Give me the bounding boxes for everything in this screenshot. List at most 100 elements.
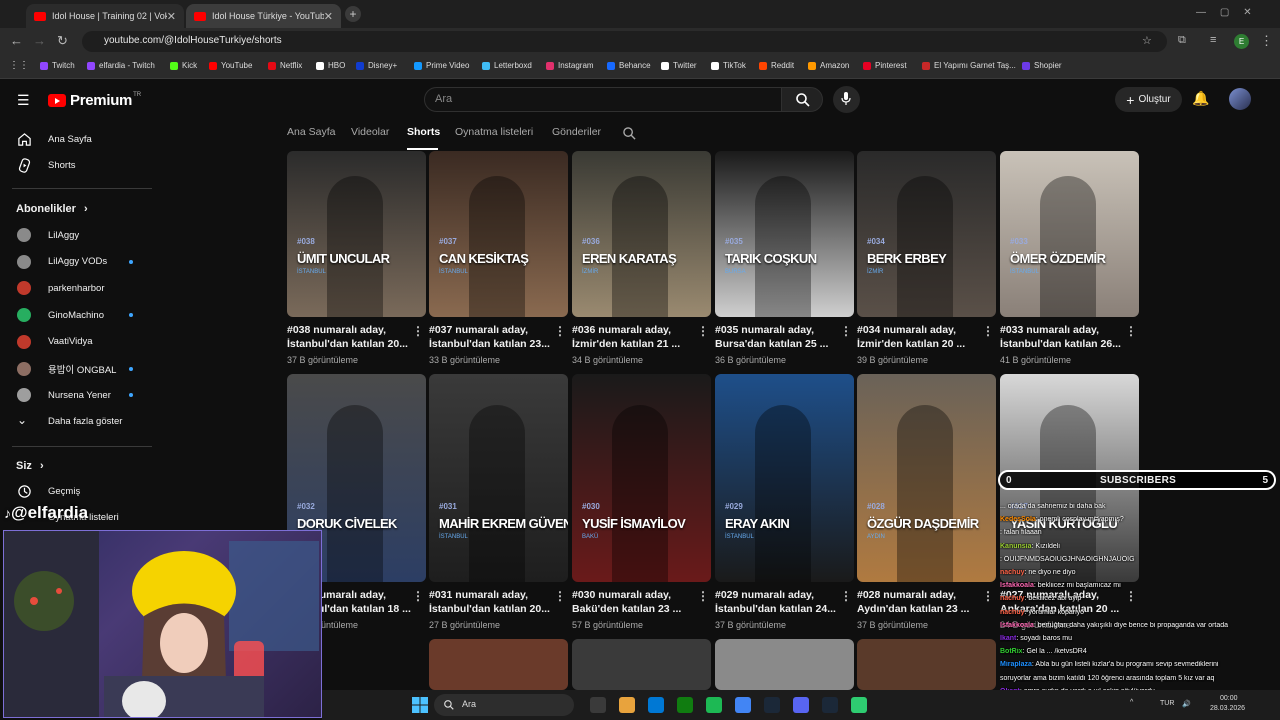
window-controls[interactable]: — ▢ ✕: [1196, 7, 1252, 18]
close-tab-icon[interactable]: ✕: [324, 10, 333, 23]
search-button[interactable]: [781, 87, 823, 112]
bookmark-item[interactable]: Disney+: [356, 61, 397, 70]
you-heading[interactable]: Siz ›: [16, 460, 44, 472]
tab-videos[interactable]: Videolar: [351, 126, 389, 138]
browser-tab-active[interactable]: Idol House Türkiye - YouTube ✕: [186, 4, 341, 28]
browser-tab[interactable]: Idol House | Training 02 | Vokal ✕: [26, 4, 184, 28]
sidebar-item-subscription[interactable]: parkenharbor: [0, 275, 155, 301]
short-thumbnail[interactable]: #033 ÖMER ÖZDEMİR İSTANBUL: [1000, 151, 1139, 317]
more-options-icon[interactable]: ⋮: [697, 324, 709, 338]
sidebar-item-subscription[interactable]: LilAggy: [0, 222, 155, 248]
short-title[interactable]: #036 numaralı aday, İzmir'den katılan 21 …: [572, 323, 702, 351]
bookmark-item[interactable]: Pinterest: [863, 61, 907, 70]
more-options-icon[interactable]: ⋮: [412, 589, 424, 603]
tab-home[interactable]: Ana Sayfa: [287, 126, 335, 138]
short-title[interactable]: #037 numaralı aday, İstanbul'dan katılan …: [429, 323, 559, 351]
taskbar-app-icon[interactable]: [590, 697, 606, 713]
short-title[interactable]: #038 numaralı aday, İstanbul'dan katılan …: [287, 323, 417, 351]
short-thumbnail[interactable]: #036 EREN KARATAŞ İZMİR: [572, 151, 711, 317]
short-thumbnail[interactable]: [572, 639, 711, 690]
bookmark-item[interactable]: elfardia - Twitch: [87, 61, 155, 70]
taskbar-app-icon[interactable]: [822, 697, 838, 713]
sidebar-item-subscription[interactable]: LilAggy VODs: [0, 249, 155, 275]
bookmark-item[interactable]: Netflix: [268, 61, 302, 70]
show-more-button[interactable]: ⌄ Daha fazla göster: [0, 408, 155, 434]
more-options-icon[interactable]: ⋮: [982, 324, 994, 338]
reload-icon[interactable]: ↻: [57, 33, 68, 49]
short-thumbnail[interactable]: #038 ÜMIT UNCULAR İSTANBUL: [287, 151, 426, 317]
sidebar-item-subscription[interactable]: VaatiVidya: [0, 329, 155, 355]
taskbar-app-icon[interactable]: [648, 697, 664, 713]
bookmark-item[interactable]: YouTube: [209, 61, 252, 70]
bookmark-item[interactable]: El Yapımı Garnet Taş...: [922, 61, 1016, 70]
short-thumbnail[interactable]: #028 ÖZGÜR DAŞDEMİR AYDIN: [857, 374, 996, 582]
taskbar-app-icon[interactable]: [793, 697, 809, 713]
short-thumbnail[interactable]: #034 BERK ERBEY İZMİR: [857, 151, 996, 317]
tray-arrow-icon[interactable]: ^: [1130, 699, 1133, 706]
voice-search-button[interactable]: [833, 86, 860, 113]
tab-posts[interactable]: Gönderiler: [552, 126, 601, 138]
sidebar-item-subscription[interactable]: 용밥이 ONGBAL: [0, 356, 155, 382]
subscriptions-heading[interactable]: Abonelikler ›: [16, 203, 88, 215]
short-title[interactable]: #035 numaralı aday, Bursa'dan katılan 25 …: [715, 323, 845, 351]
short-thumbnail[interactable]: [857, 639, 996, 690]
taskbar-app-icon[interactable]: [677, 697, 693, 713]
short-title[interactable]: #030 numaralı aday, Bakü'den katılan 23 .…: [572, 588, 702, 616]
short-thumbnail[interactable]: [715, 639, 854, 690]
taskbar-app-icon[interactable]: [764, 697, 780, 713]
windows-start-icon[interactable]: [412, 697, 428, 713]
short-thumbnail[interactable]: #035 TARIK COŞKUN BURSA: [715, 151, 854, 317]
channel-search-icon[interactable]: [623, 127, 636, 140]
short-title[interactable]: #034 numaralı aday, İzmir'den katılan 20 …: [857, 323, 987, 351]
sidebar-item-shorts[interactable]: Shorts: [0, 152, 155, 178]
bookmark-item[interactable]: Twitter: [661, 61, 697, 70]
notifications-bell-icon[interactable]: 🔔: [1192, 90, 1209, 107]
taskbar-app-icon[interactable]: [619, 697, 635, 713]
apps-grid-icon[interactable]: ⋮⋮: [9, 60, 29, 71]
extensions-icon[interactable]: ⧉: [1178, 34, 1186, 47]
forward-arrow-icon[interactable]: →: [33, 33, 46, 48]
bookmark-item[interactable]: Shopier: [1022, 61, 1062, 70]
short-thumbnail[interactable]: #030 YUSİF İSMAYİLOV BAKÜ: [572, 374, 711, 582]
short-title[interactable]: #029 numaralı aday, İstanbul'dan katılan …: [715, 588, 845, 616]
more-options-icon[interactable]: ⋮: [982, 589, 994, 603]
short-thumbnail[interactable]: #029 ERAY AKIN İSTANBUL: [715, 374, 854, 582]
short-thumbnail[interactable]: [429, 639, 568, 690]
sidebar-item-history[interactable]: Geçmiş: [0, 478, 155, 504]
account-avatar[interactable]: [1229, 88, 1251, 110]
volume-icon[interactable]: 🔊: [1182, 700, 1191, 708]
tab-playlists[interactable]: Oynatma listeleri: [455, 126, 533, 138]
bookmark-item[interactable]: Kick: [170, 61, 197, 70]
clock-date[interactable]: 28.03.2026: [1210, 705, 1245, 712]
bookmark-item[interactable]: Amazon: [808, 61, 849, 70]
profile-avatar[interactable]: E: [1234, 34, 1249, 49]
taskbar-search[interactable]: Ara: [434, 694, 574, 716]
more-options-icon[interactable]: ⋮: [554, 589, 566, 603]
taskbar-app-icon[interactable]: [706, 697, 722, 713]
more-options-icon[interactable]: ⋮: [1125, 324, 1137, 338]
more-options-icon[interactable]: ⋮: [840, 589, 852, 603]
more-options-icon[interactable]: ⋮: [554, 324, 566, 338]
bookmark-item[interactable]: Twitch: [40, 61, 75, 70]
clock-time[interactable]: 00:00: [1220, 695, 1238, 702]
short-title[interactable]: #028 numaralı aday, Aydın'dan katılan 23 …: [857, 588, 987, 616]
taskbar-app-icon[interactable]: [851, 697, 867, 713]
browser-menu-icon[interactable]: ⋮: [1260, 33, 1273, 49]
bookmark-item[interactable]: Behance: [607, 61, 651, 70]
bookmark-star-icon[interactable]: ☆: [1142, 34, 1152, 47]
youtube-premium-logo[interactable]: Premium TR: [48, 92, 141, 109]
create-button[interactable]: + Oluştur: [1115, 87, 1182, 112]
address-bar[interactable]: youtube.com/@IdolHouseTurkiye/shorts: [82, 31, 1167, 52]
taskbar-app-icon[interactable]: [735, 697, 751, 713]
hamburger-menu-icon[interactable]: ☰: [17, 92, 30, 109]
bookmark-item[interactable]: Reddit: [759, 61, 794, 70]
bookmark-item[interactable]: Letterboxd: [482, 61, 532, 70]
more-options-icon[interactable]: ⋮: [840, 324, 852, 338]
sidebar-item-subscription[interactable]: GinoMachino: [0, 302, 155, 328]
language-indicator[interactable]: TUR: [1160, 700, 1174, 707]
bookmark-item[interactable]: TikTok: [711, 61, 746, 70]
tab-shorts[interactable]: Shorts: [407, 126, 440, 138]
bookmark-item[interactable]: HBO: [316, 61, 345, 70]
sidebar-item-home[interactable]: Ana Sayfa: [0, 126, 155, 152]
short-thumbnail[interactable]: #031 MAHİR EKREM GÜVEN İSTANBUL: [429, 374, 568, 582]
